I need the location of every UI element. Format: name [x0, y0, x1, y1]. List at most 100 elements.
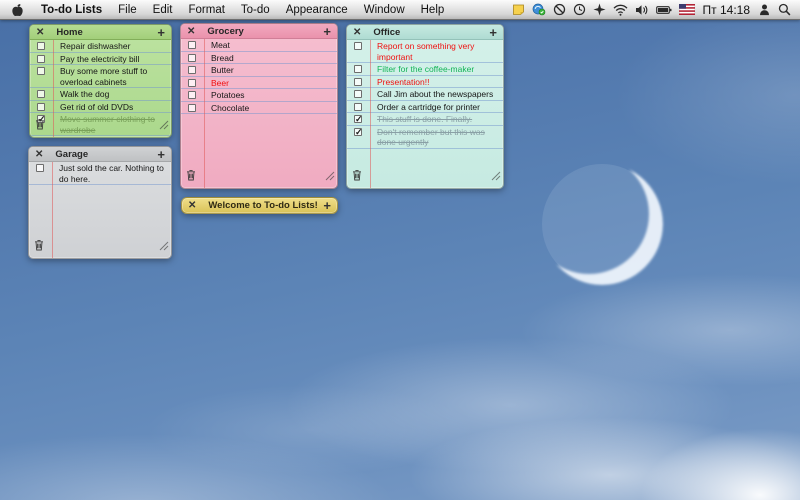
menu-item-format[interactable]: Format [180, 4, 232, 16]
todo-text[interactable]: Call Jim about the newspapers [377, 89, 498, 100]
todo-text[interactable]: Walk the dog [60, 89, 166, 100]
todo-checkbox[interactable] [188, 66, 196, 74]
trash-icon[interactable] [35, 117, 45, 135]
todo-checkbox[interactable] [37, 103, 45, 111]
note-titlebar[interactable]: ✕ Home + [30, 25, 171, 40]
note-title: Garage [55, 149, 88, 160]
resize-handle[interactable] [159, 238, 169, 256]
todo-text[interactable]: Bread [211, 53, 332, 64]
todo-checkbox[interactable] [354, 90, 362, 98]
crescent-moon [536, 156, 668, 297]
todo-checkbox-checked[interactable]: ✓ [354, 128, 362, 136]
location-icon[interactable] [593, 3, 606, 16]
apple-menu[interactable] [0, 3, 33, 17]
todo-item: Walk the dog [30, 88, 171, 101]
todo-text[interactable]: Repair dishwasher [60, 41, 166, 52]
menu-item-app[interactable]: To-do Lists [33, 4, 110, 16]
todo-checkbox[interactable] [37, 55, 45, 63]
resize-handle[interactable] [159, 117, 169, 135]
note-titlebar[interactable]: ✕ Grocery + [181, 24, 337, 39]
user-icon[interactable] [758, 3, 771, 16]
todo-text[interactable]: Chocolate [211, 103, 332, 114]
todo-checkbox[interactable] [188, 104, 196, 112]
add-item-icon[interactable]: + [157, 26, 165, 39]
todo-checkbox[interactable] [37, 42, 45, 50]
note-titlebar[interactable]: ✕ Welcome to To-do Lists! + [182, 198, 337, 213]
menu-item-help[interactable]: Help [413, 4, 453, 16]
todo-text[interactable]: Butter [211, 65, 332, 76]
resize-handle[interactable] [325, 168, 335, 186]
apple-icon [11, 3, 24, 17]
todo-text[interactable]: Beer [211, 78, 332, 89]
note-window-welcome: ✕ Welcome to To-do Lists! + [181, 197, 338, 214]
close-icon[interactable]: ✕ [35, 147, 43, 162]
todo-checkbox[interactable] [37, 67, 45, 75]
sticky-note-icon[interactable] [512, 3, 525, 16]
note-title: Welcome to To-do Lists! [208, 200, 317, 211]
todo-text[interactable]: Order a cartridge for printer [377, 102, 498, 113]
note-title: Office [373, 27, 400, 38]
menu-item-edit[interactable]: Edit [145, 4, 181, 16]
add-item-icon[interactable]: + [323, 25, 331, 38]
todo-text[interactable]: Get rid of old DVDs [60, 102, 166, 113]
menu-item-file[interactable]: File [110, 4, 145, 16]
todo-text[interactable]: This stuff is done. Finally. [377, 114, 498, 125]
menu-item-window[interactable]: Window [356, 4, 413, 16]
margin-line [370, 40, 371, 188]
resize-handle[interactable] [491, 168, 501, 186]
note-window-garage: ✕ Garage + Just sold the car. Nothing to… [28, 146, 172, 259]
clock-icon[interactable] [573, 3, 586, 16]
menu-item-appearance[interactable]: Appearance [278, 4, 356, 16]
todo-text[interactable]: Potatoes [211, 90, 332, 101]
todo-text[interactable]: Filter for the coffee-maker [377, 64, 498, 75]
todo-text[interactable]: Don't remember but this was done urgentl… [377, 127, 498, 148]
todo-checkbox[interactable] [354, 65, 362, 73]
battery-icon[interactable] [656, 4, 672, 16]
close-icon[interactable]: ✕ [353, 25, 361, 40]
trash-icon[interactable] [352, 168, 362, 186]
todo-checkbox[interactable] [188, 54, 196, 62]
close-icon[interactable]: ✕ [188, 198, 196, 213]
todo-item: Just sold the car. Nothing to do here. [29, 162, 171, 185]
todo-text[interactable]: Just sold the car. Nothing to do here. [59, 163, 166, 184]
todo-checkbox-checked[interactable]: ✓ [354, 115, 362, 123]
todo-text[interactable]: Buy some more stuff to overload cabinets [60, 66, 166, 87]
todo-item: ✓Move summer clothing to wardrobe [30, 113, 171, 136]
todo-checkbox[interactable] [188, 79, 196, 87]
todo-checkbox[interactable] [354, 103, 362, 111]
trash-icon[interactable] [34, 238, 44, 256]
add-item-icon[interactable]: + [323, 199, 331, 212]
trash-icon[interactable] [186, 168, 196, 186]
todo-text[interactable]: Presentation!! [377, 77, 498, 88]
note-body: Just sold the car. Nothing to do here. [29, 162, 171, 258]
todo-text[interactable]: Meat [211, 40, 332, 51]
add-item-icon[interactable]: + [489, 26, 497, 39]
note-titlebar[interactable]: ✕ Office + [347, 25, 503, 40]
close-icon[interactable]: ✕ [36, 25, 44, 40]
todo-checkbox[interactable] [37, 90, 45, 98]
todo-checkbox[interactable] [354, 78, 362, 86]
note-title: Grocery [207, 26, 243, 37]
volume-icon[interactable] [635, 4, 649, 16]
input-language-flag-icon[interactable] [679, 4, 695, 15]
todo-text[interactable]: Move summer clothing to wardrobe [60, 114, 166, 135]
note-window-grocery: ✕ Grocery + Meat BreadButter BeerPotatoes C… [180, 23, 338, 189]
todo-checkbox[interactable] [354, 42, 362, 50]
margin-line [52, 162, 53, 258]
menu-bar-status-area: Пт 14:18 [512, 3, 800, 17]
sync-check-icon[interactable] [532, 3, 546, 16]
close-icon[interactable]: ✕ [187, 24, 195, 39]
spotlight-search-icon[interactable] [778, 3, 791, 16]
menu-item-todo[interactable]: To-do [233, 4, 278, 16]
menu-bar-clock[interactable]: Пт 14:18 [702, 3, 751, 17]
wifi-icon[interactable] [613, 4, 628, 16]
todo-checkbox[interactable] [188, 41, 196, 49]
add-item-icon[interactable]: + [157, 148, 165, 161]
todo-checkbox[interactable] [36, 164, 44, 172]
prohibition-icon[interactable] [553, 3, 566, 16]
todo-item: Buy some more stuff to overload cabinets [30, 65, 171, 88]
todo-text[interactable]: Pay the electricity bill [60, 54, 166, 65]
todo-text[interactable]: Report on something very important [377, 41, 498, 62]
note-titlebar[interactable]: ✕ Garage + [29, 147, 171, 162]
todo-checkbox[interactable] [188, 91, 196, 99]
